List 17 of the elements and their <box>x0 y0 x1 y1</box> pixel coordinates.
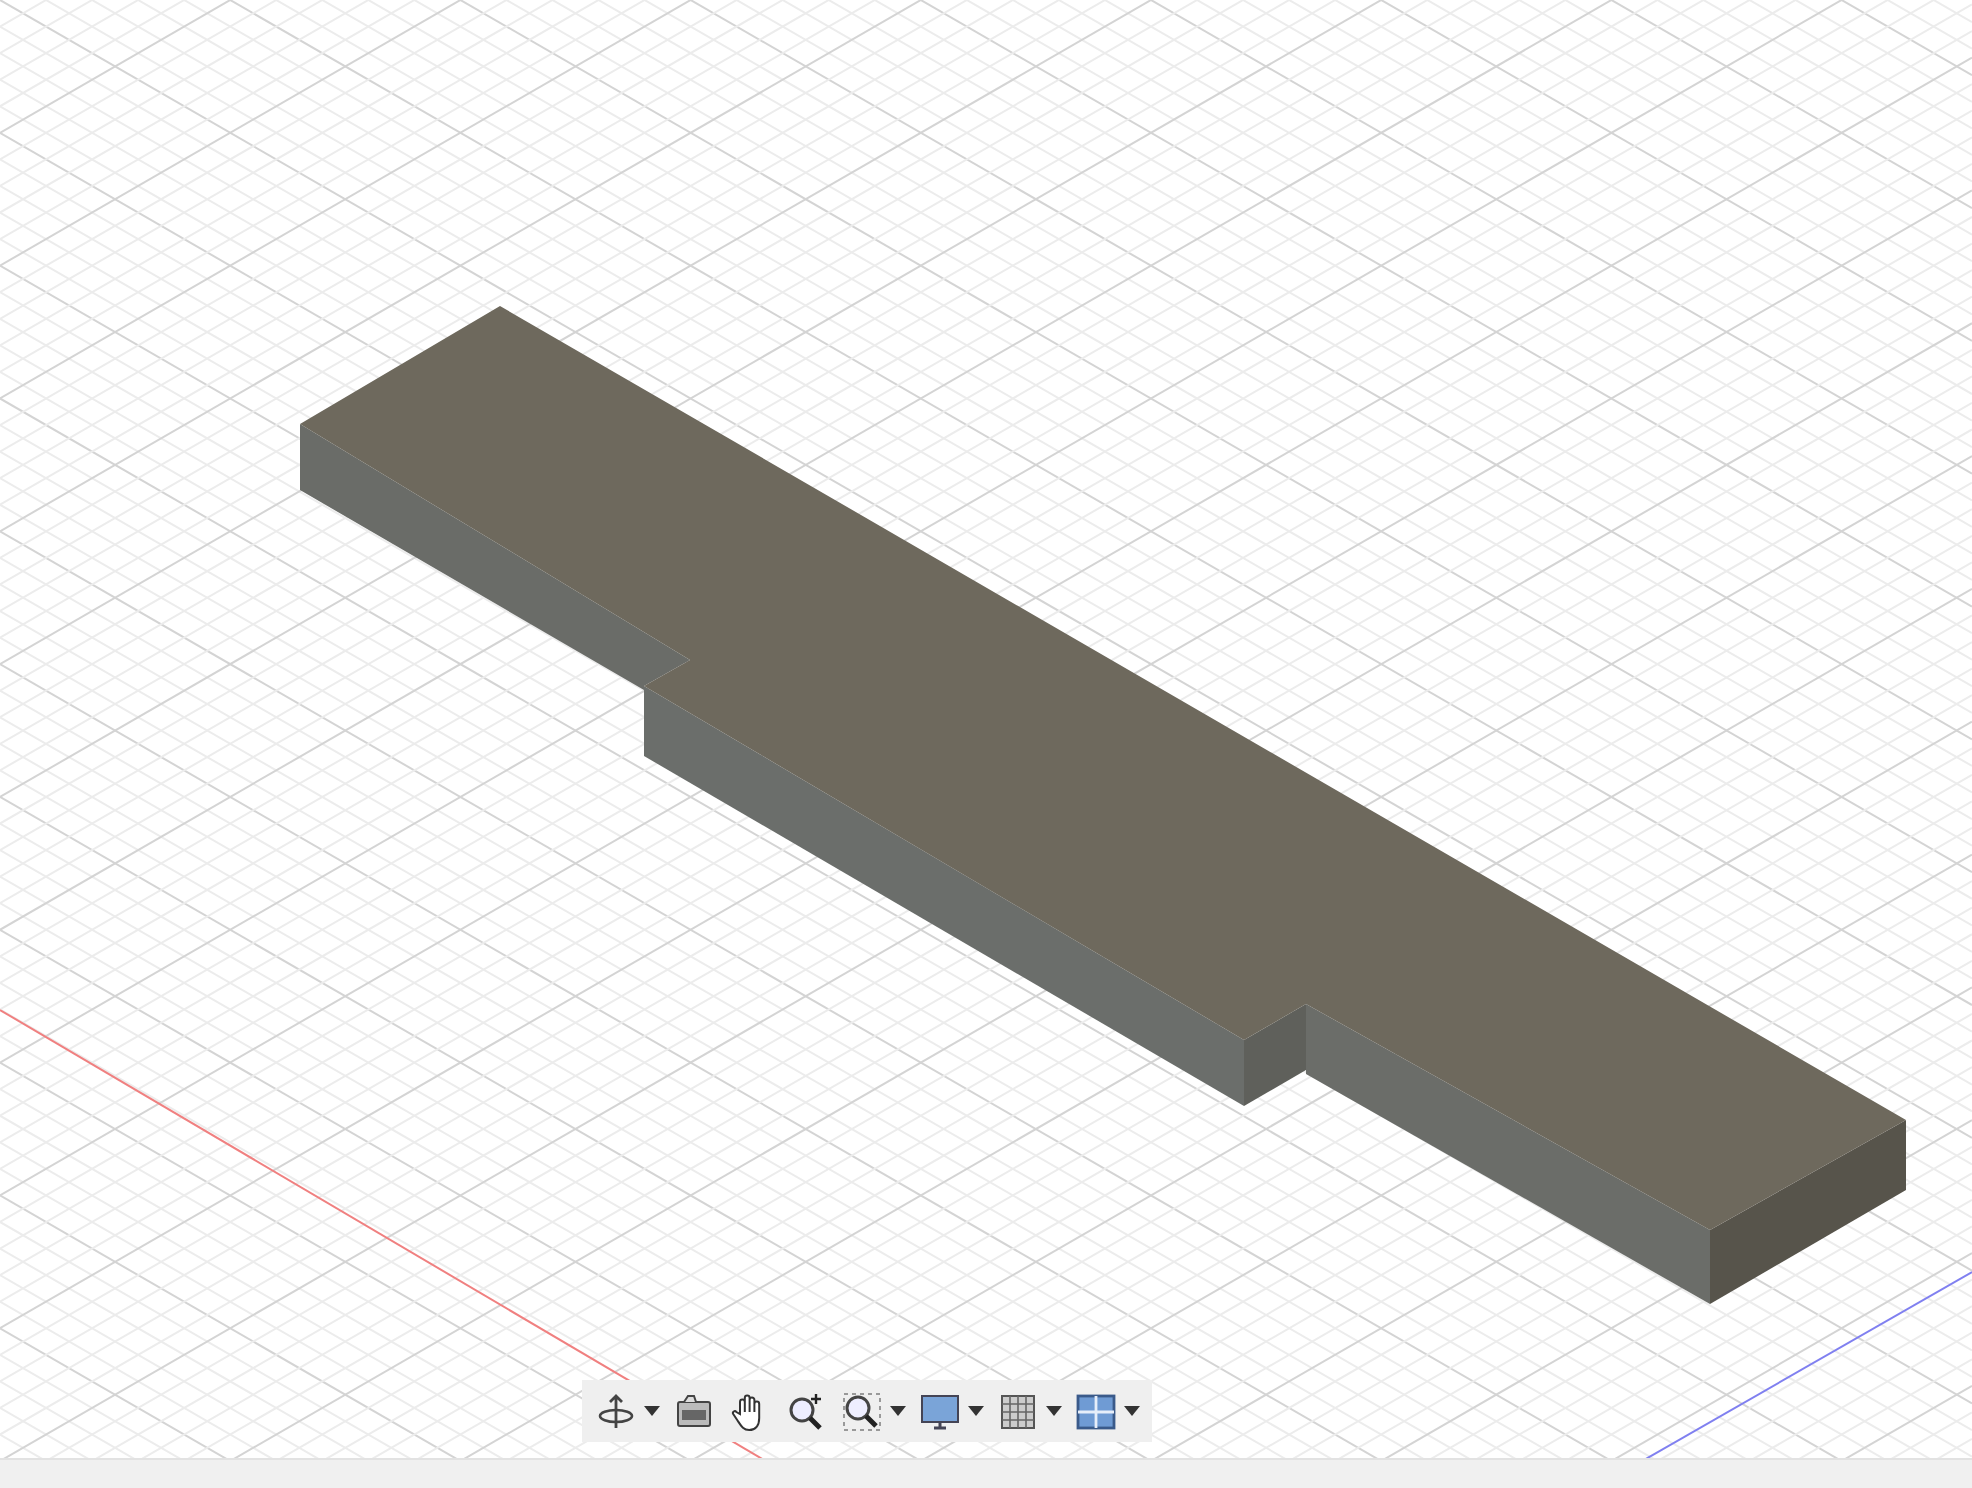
zoom-fit-icon <box>840 1389 884 1433</box>
caret-icon[interactable] <box>968 1406 984 1416</box>
grid-icon <box>996 1389 1040 1433</box>
orbit-button[interactable] <box>594 1389 638 1433</box>
window-button[interactable] <box>672 1389 716 1433</box>
viewports-button[interactable] <box>1074 1389 1118 1433</box>
caret-icon[interactable] <box>644 1406 660 1416</box>
viewports-icon <box>1074 1389 1118 1433</box>
caret-icon[interactable] <box>1046 1406 1062 1416</box>
grid-button[interactable] <box>996 1389 1040 1433</box>
monitor-button[interactable] <box>918 1389 962 1433</box>
zoom-fit-button[interactable] <box>840 1389 884 1433</box>
window-icon <box>672 1389 716 1433</box>
caret-icon[interactable] <box>890 1406 906 1416</box>
orbit-icon <box>594 1389 638 1433</box>
caret-icon[interactable] <box>1124 1406 1140 1416</box>
monitor-icon <box>918 1389 962 1433</box>
